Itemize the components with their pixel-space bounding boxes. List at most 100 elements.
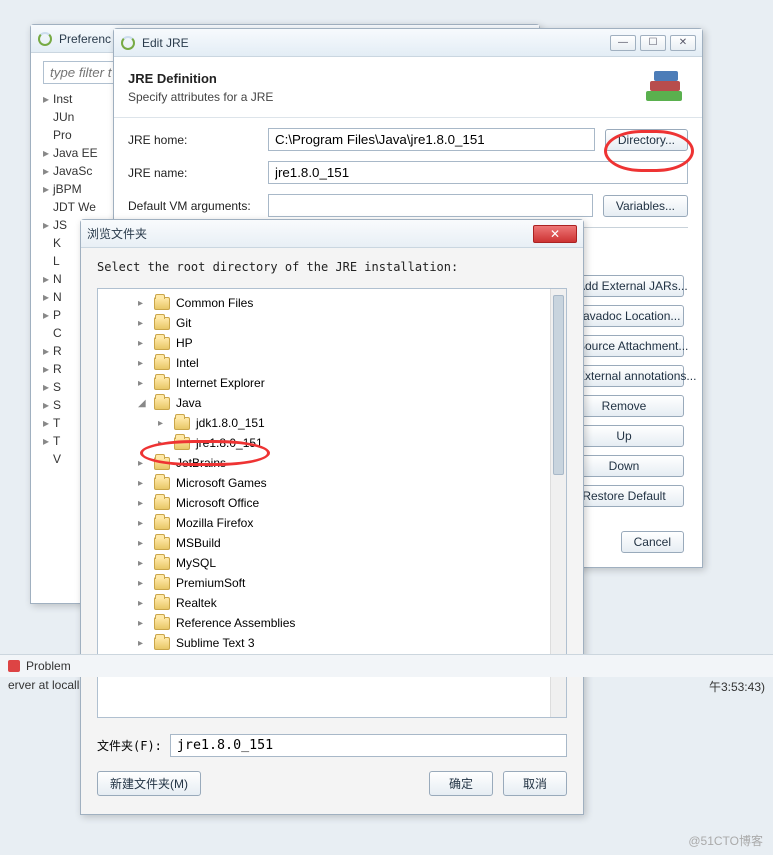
folder-tree-item[interactable]: ▸ Reference Assemblies [98, 613, 566, 633]
expand-arrow-icon[interactable]: ▸ [138, 598, 148, 609]
close-button[interactable]: ✕ [670, 35, 696, 51]
server-time: 午3:53:43) [709, 678, 765, 695]
expand-arrow-icon[interactable]: ◢ [138, 398, 148, 409]
jre-definition-heading: JRE Definition [128, 71, 628, 86]
folder-browser-title: 浏览文件夹 [87, 225, 533, 242]
folder-name: MSBuild [176, 536, 221, 550]
folder-name: Java [176, 396, 201, 410]
expand-arrow-icon[interactable]: ▸ [138, 338, 148, 349]
folder-icon [154, 557, 170, 570]
maximize-button[interactable]: ☐ [640, 35, 666, 51]
problems-icon [8, 660, 20, 672]
folder-name: HP [176, 336, 193, 350]
edit-jre-header: JRE Definition Specify attributes for a … [114, 57, 702, 118]
jre-home-input[interactable] [268, 128, 595, 151]
scrollbar-thumb[interactable] [553, 295, 564, 475]
directory-button[interactable]: Directory... [605, 129, 688, 151]
folder-icon [154, 637, 170, 650]
folder-name: jre1.8.0_151 [196, 436, 263, 450]
problems-label: Problem [26, 659, 71, 673]
folder-icon [154, 477, 170, 490]
folder-tree-item[interactable]: ▸Microsoft Games [98, 473, 566, 493]
expand-arrow-icon[interactable]: ▸ [138, 518, 148, 529]
folder-name: Reference Assemblies [176, 616, 295, 630]
minimize-button[interactable]: — [610, 35, 636, 51]
folder-tree-item[interactable]: ▸ jre1.8.0_151 [98, 433, 566, 453]
expand-arrow-icon[interactable]: ▸ [158, 418, 168, 429]
variables-button[interactable]: Variables... [603, 195, 688, 217]
close-button[interactable]: ✕ [533, 225, 577, 243]
folder-tree-item[interactable]: ▸ Microsoft Office [98, 493, 566, 513]
folder-tree-item[interactable]: ▸Common Files [98, 293, 566, 313]
expand-arrow-icon[interactable]: ▸ [138, 578, 148, 589]
folder-icon [154, 577, 170, 590]
folder-name: Realtek [176, 596, 217, 610]
folder-tree-item[interactable]: ▸ MSBuild [98, 533, 566, 553]
vm-args-label: Default VM arguments: [128, 199, 258, 213]
expand-arrow-icon[interactable]: ▸ [138, 318, 148, 329]
folder-icon [154, 337, 170, 350]
folder-tree-item[interactable]: ▸ MySQL [98, 553, 566, 573]
server-text: erver at locall [8, 678, 79, 692]
expand-arrow-icon[interactable]: ▸ [138, 358, 148, 369]
expand-arrow-icon[interactable]: ▸ [138, 638, 148, 649]
folder-name: Microsoft Office [176, 496, 259, 510]
cancel-button[interactable]: 取消 [503, 771, 567, 796]
folder-browser-instruction: Select the root directory of the JRE ins… [81, 248, 583, 282]
folder-browser-buttons: 新建文件夹(M) 确定 取消 [97, 771, 567, 796]
folder-name: MySQL [176, 556, 216, 570]
folder-tree-item[interactable]: ◢ Java [98, 393, 566, 413]
edit-jre-title: Edit JRE [142, 36, 610, 50]
folder-tree-item[interactable]: ▸Sublime Text 3 [98, 633, 566, 653]
folder-tree-item[interactable]: ▸ jdk1.8.0_151 [98, 413, 566, 433]
expand-arrow-icon[interactable]: ▸ [138, 378, 148, 389]
folder-tree-item[interactable]: ▸ JetBrains [98, 453, 566, 473]
folder-icon [154, 317, 170, 330]
expand-arrow-icon[interactable]: ▸ [138, 558, 148, 569]
folder-icon [154, 397, 170, 410]
eclipse-icon [120, 35, 136, 51]
expand-arrow-icon[interactable]: ▸ [138, 478, 148, 489]
library-icon [640, 67, 688, 107]
folder-icon [154, 357, 170, 370]
folder-name: jdk1.8.0_151 [196, 416, 265, 430]
folder-name: JetBrains [176, 456, 226, 470]
expand-arrow-icon[interactable]: ▸ [138, 498, 148, 509]
vm-args-input[interactable] [268, 194, 593, 217]
folder-icon [154, 517, 170, 530]
server-status-row: erver at locall 午3:53:43) [0, 676, 773, 697]
folder-icon [154, 617, 170, 630]
ok-button[interactable]: 确定 [429, 771, 493, 796]
folder-tree-item[interactable]: ▸ Realtek [98, 593, 566, 613]
expand-arrow-icon[interactable]: ▸ [138, 618, 148, 629]
expand-arrow-icon[interactable]: ▸ [158, 438, 168, 449]
folder-icon [154, 377, 170, 390]
scrollbar[interactable] [550, 289, 566, 717]
expand-arrow-icon[interactable]: ▸ [138, 298, 148, 309]
expand-arrow-icon[interactable]: ▸ [138, 538, 148, 549]
folder-name: PremiumSoft [176, 576, 245, 590]
folder-name: Intel [176, 356, 199, 370]
expand-arrow-icon[interactable]: ▸ [138, 458, 148, 469]
folder-tree-item[interactable]: ▸ HP [98, 333, 566, 353]
folder-icon [154, 537, 170, 550]
jre-name-input[interactable] [268, 161, 688, 184]
folder-tree-item[interactable]: ▸Git [98, 313, 566, 333]
cancel-button[interactable]: Cancel [621, 531, 684, 553]
folder-label: 文件夹(F): [97, 737, 162, 754]
folder-tree-item[interactable]: ▸Internet Explorer [98, 373, 566, 393]
new-folder-button[interactable]: 新建文件夹(M) [97, 771, 201, 796]
jre-home-row: JRE home: Directory... [128, 128, 688, 151]
folder-browser-window: 浏览文件夹 ✕ Select the root directory of the… [80, 219, 584, 815]
problems-tab[interactable]: Problem [0, 654, 773, 677]
folder-tree-item[interactable]: ▸ PremiumSoft [98, 573, 566, 593]
folder-icon [154, 297, 170, 310]
folder-browser-titlebar: 浏览文件夹 ✕ [81, 220, 583, 248]
folder-input[interactable] [170, 734, 567, 757]
folder-tree-item[interactable]: ▸Mozilla Firefox [98, 513, 566, 533]
edit-jre-titlebar: Edit JRE — ☐ ✕ [114, 29, 702, 57]
folder-tree-item[interactable]: ▸ Intel [98, 353, 566, 373]
folder-tree[interactable]: ▸Common Files▸Git▸HP▸Intel▸Internet Expl… [98, 289, 566, 677]
window-controls: — ☐ ✕ [610, 35, 696, 51]
jre-definition-sub: Specify attributes for a JRE [128, 90, 628, 104]
